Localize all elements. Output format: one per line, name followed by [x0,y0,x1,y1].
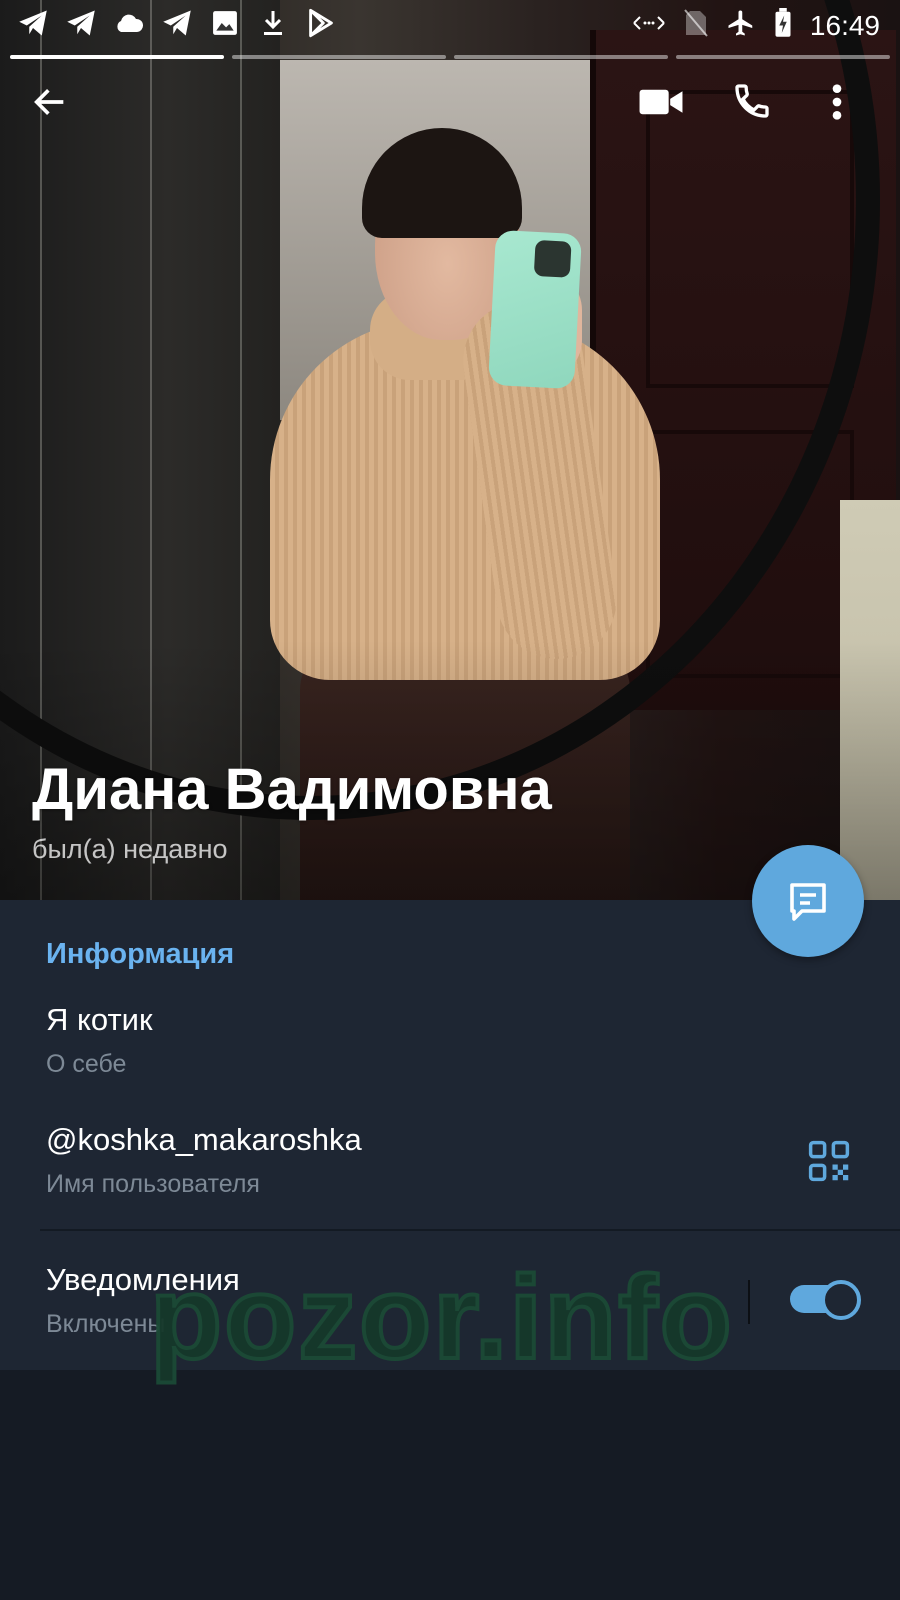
no-sim-icon [684,9,708,42]
notification-icons [18,8,336,38]
phone-icon [735,84,769,118]
qr-code-button[interactable] [808,1140,850,1182]
more-vertical-icon [832,84,842,120]
cloud-icon [114,8,144,38]
story-progress-segment [454,55,668,59]
toggle-knob [821,1280,861,1320]
telegram-icon [162,8,192,38]
video-call-button[interactable] [638,82,688,132]
status-bar: 16:49 [0,0,900,50]
bio-value: Я котик [46,1002,153,1037]
video-camera-icon [639,89,683,115]
data-arrows-icon [632,13,666,38]
divider [40,1229,900,1231]
story-progress-segment [232,55,446,59]
qr-code-icon [808,1140,850,1182]
message-icon [790,883,826,921]
watermark: pozor.info [148,1250,734,1386]
bio-row[interactable]: Я котик О себе [46,1002,153,1079]
username-label: Имя пользователя [46,1170,260,1198]
bio-label: О себе [46,1050,127,1078]
notifications-toggle[interactable] [790,1280,861,1320]
profile-name: Диана Вадимовна [32,757,552,822]
airplane-icon [726,8,756,43]
divider-line [748,1280,750,1324]
top-action-bar [0,70,900,140]
username-row[interactable]: @koshka_makaroshka Имя пользователя [46,1122,362,1199]
image-icon [210,8,240,38]
play-store-icon [306,8,336,38]
telegram-icon [18,8,48,38]
system-icons: 16:49 [632,8,880,43]
more-options-button[interactable] [832,82,872,132]
back-button[interactable] [30,82,80,132]
story-progress-segment [10,55,224,59]
story-progress-segment [676,55,890,59]
story-progress [10,55,890,59]
last-seen-status: был(а) недавно [32,834,228,864]
voice-call-button[interactable] [732,80,782,130]
battery-charging-icon [774,8,792,43]
arrow-left-icon [34,89,64,115]
username-value: @koshka_makaroshka [46,1122,362,1157]
status-time: 16:49 [809,9,880,41]
telegram-icon [66,8,96,38]
download-icon [258,8,288,38]
section-title: Информация [46,938,235,970]
send-message-button[interactable] [752,845,864,957]
